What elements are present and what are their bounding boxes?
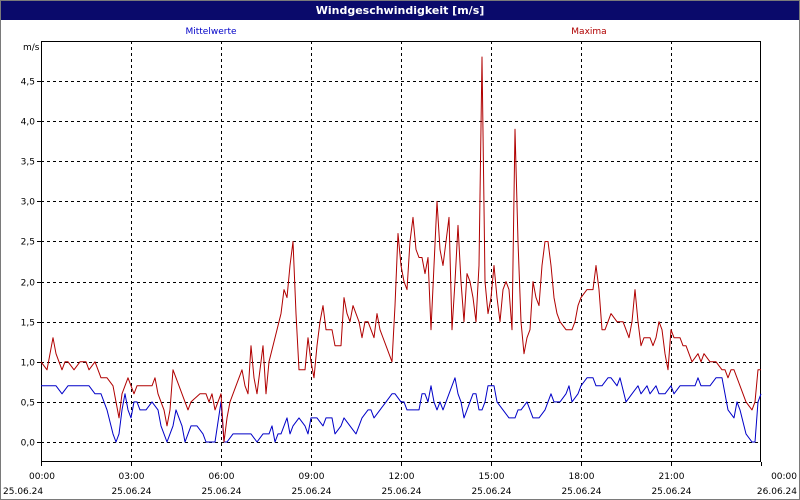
x-tick-date: 25.06.24 xyxy=(111,487,151,497)
y-axis: 0,0 0,5 1,0 1,5 2,0 2,5 3,0 3,5 4,0 4,5 xyxy=(21,78,41,449)
y-tick-label: 2,0 xyxy=(21,279,36,289)
x-tick-date: 25.06.24 xyxy=(651,487,691,497)
y-tick-label: 3,5 xyxy=(21,158,35,168)
legend-maxima: Maxima xyxy=(571,27,606,37)
x-tick-time: 00:00 xyxy=(29,472,55,482)
x-tick-date: 25.06.24 xyxy=(201,487,241,497)
y-axis-label: m/s xyxy=(23,43,40,53)
x-tick-date: 25.06.24 xyxy=(291,487,331,497)
y-tick-label: 0,0 xyxy=(21,439,36,449)
x-tick-time: 00:00 xyxy=(771,472,797,482)
y-tick-label: 1,0 xyxy=(21,359,36,369)
y-tick-label: 4,5 xyxy=(21,78,35,88)
x-tick-time: 21:00 xyxy=(659,472,685,482)
x-tick-date: 25.06.24 xyxy=(3,487,43,497)
x-tick-time: 15:00 xyxy=(479,472,505,482)
wind-speed-chart: 0,0 0,5 1,0 1,5 2,0 2,5 3,0 3,5 4,0 4,5 00:00 25.0… xyxy=(3,27,797,497)
y-tick-label: 3,0 xyxy=(21,198,36,208)
chart-window: Windgeschwindigkeit [m/s] 0,0 0,5 1,0 1,5 2,… xyxy=(0,0,800,500)
x-axis: 00:00 25.06.24 03:00 25.06.24 06:00 25.06.24 0… xyxy=(3,462,797,497)
x-tick-time: 06:00 xyxy=(209,472,235,482)
x-tick-time: 18:00 xyxy=(569,472,595,482)
x-tick-date: 25.06.24 xyxy=(471,487,511,497)
x-tick-time: 12:00 xyxy=(389,472,415,482)
y-tick-label: 0,5 xyxy=(21,399,35,409)
x-tick-time: 09:00 xyxy=(299,472,325,482)
grid xyxy=(41,41,761,462)
legend-mittelwerte: Mittelwerte xyxy=(185,27,236,37)
x-tick-date: 25.06.24 xyxy=(561,487,601,497)
x-tick-date: 25.06.24 xyxy=(381,487,421,497)
y-tick-label: 4,0 xyxy=(21,118,36,128)
x-tick-date: 26.06.24 xyxy=(757,487,797,497)
x-tick-time: 03:00 xyxy=(119,472,145,482)
y-tick-label: 1,5 xyxy=(21,319,35,329)
y-tick-label: 2,5 xyxy=(21,238,35,248)
